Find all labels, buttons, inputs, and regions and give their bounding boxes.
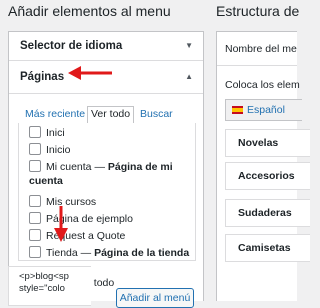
list-item[interactable]: Página de ejemplo xyxy=(29,212,133,225)
menu-item-camisetas[interactable]: Camisetas xyxy=(225,234,310,262)
tab-view-all[interactable]: Ver todo xyxy=(87,106,135,123)
annotation-arrow-tienda xyxy=(54,206,68,242)
spain-flag-icon xyxy=(232,106,243,114)
list-item[interactable]: Inici xyxy=(29,126,65,139)
language-selector-section[interactable]: Selector de idioma ▼ xyxy=(9,32,203,61)
menu-name-label: Nombre del me xyxy=(225,43,297,55)
list-item[interactable]: Tienda — Página de la tienda xyxy=(29,246,189,259)
add-to-menu-button[interactable]: Añadir al menú xyxy=(116,288,194,308)
language-selector-label: Selector de idioma xyxy=(20,40,123,52)
list-item[interactable]: Mi cuenta — Página de mi xyxy=(29,160,173,173)
page-checkbox[interactable] xyxy=(29,229,41,241)
add-menu-items-title: Añadir elementos al menu xyxy=(8,3,171,19)
page-checkbox[interactable] xyxy=(29,195,41,207)
menu-item-novelas[interactable]: Novelas xyxy=(225,129,310,157)
pages-section-label: Páginas xyxy=(20,71,65,83)
menu-item-html[interactable]: <p>blog<sp style="colo xyxy=(8,266,91,306)
chevron-down-icon[interactable]: ▼ xyxy=(185,32,193,60)
page-checkbox[interactable] xyxy=(29,246,41,258)
divider xyxy=(217,65,297,66)
page-checkbox[interactable] xyxy=(29,160,41,172)
page-checkbox[interactable] xyxy=(29,143,41,155)
menu-description: Coloca los elem xyxy=(225,79,300,91)
list-item[interactable]: Inicio xyxy=(29,143,71,156)
tab-search[interactable]: Buscar xyxy=(140,108,173,120)
menu-item-sudaderas[interactable]: Sudaderas xyxy=(225,199,310,227)
menu-structure-panel: Nombre del me Coloca los elem Español No… xyxy=(216,31,310,301)
list-item[interactable]: Request a Quote xyxy=(29,229,125,242)
menu-item-accesorios[interactable]: Accesorios xyxy=(225,162,310,190)
list-item-continuation: cuenta xyxy=(29,175,63,187)
page-checkbox[interactable] xyxy=(29,212,41,224)
pages-list[interactable]: Inici Inicio Mi cuenta — Página de mi cu… xyxy=(18,123,196,261)
page-checkbox[interactable] xyxy=(29,126,41,138)
menu-structure-title: Estructura de xyxy=(216,3,300,19)
annotation-arrow-pages xyxy=(68,66,112,80)
chevron-up-icon[interactable]: ▲ xyxy=(185,61,193,93)
tab-most-recent[interactable]: Más reciente xyxy=(25,108,85,120)
language-filter-button[interactable]: Español xyxy=(225,99,302,121)
